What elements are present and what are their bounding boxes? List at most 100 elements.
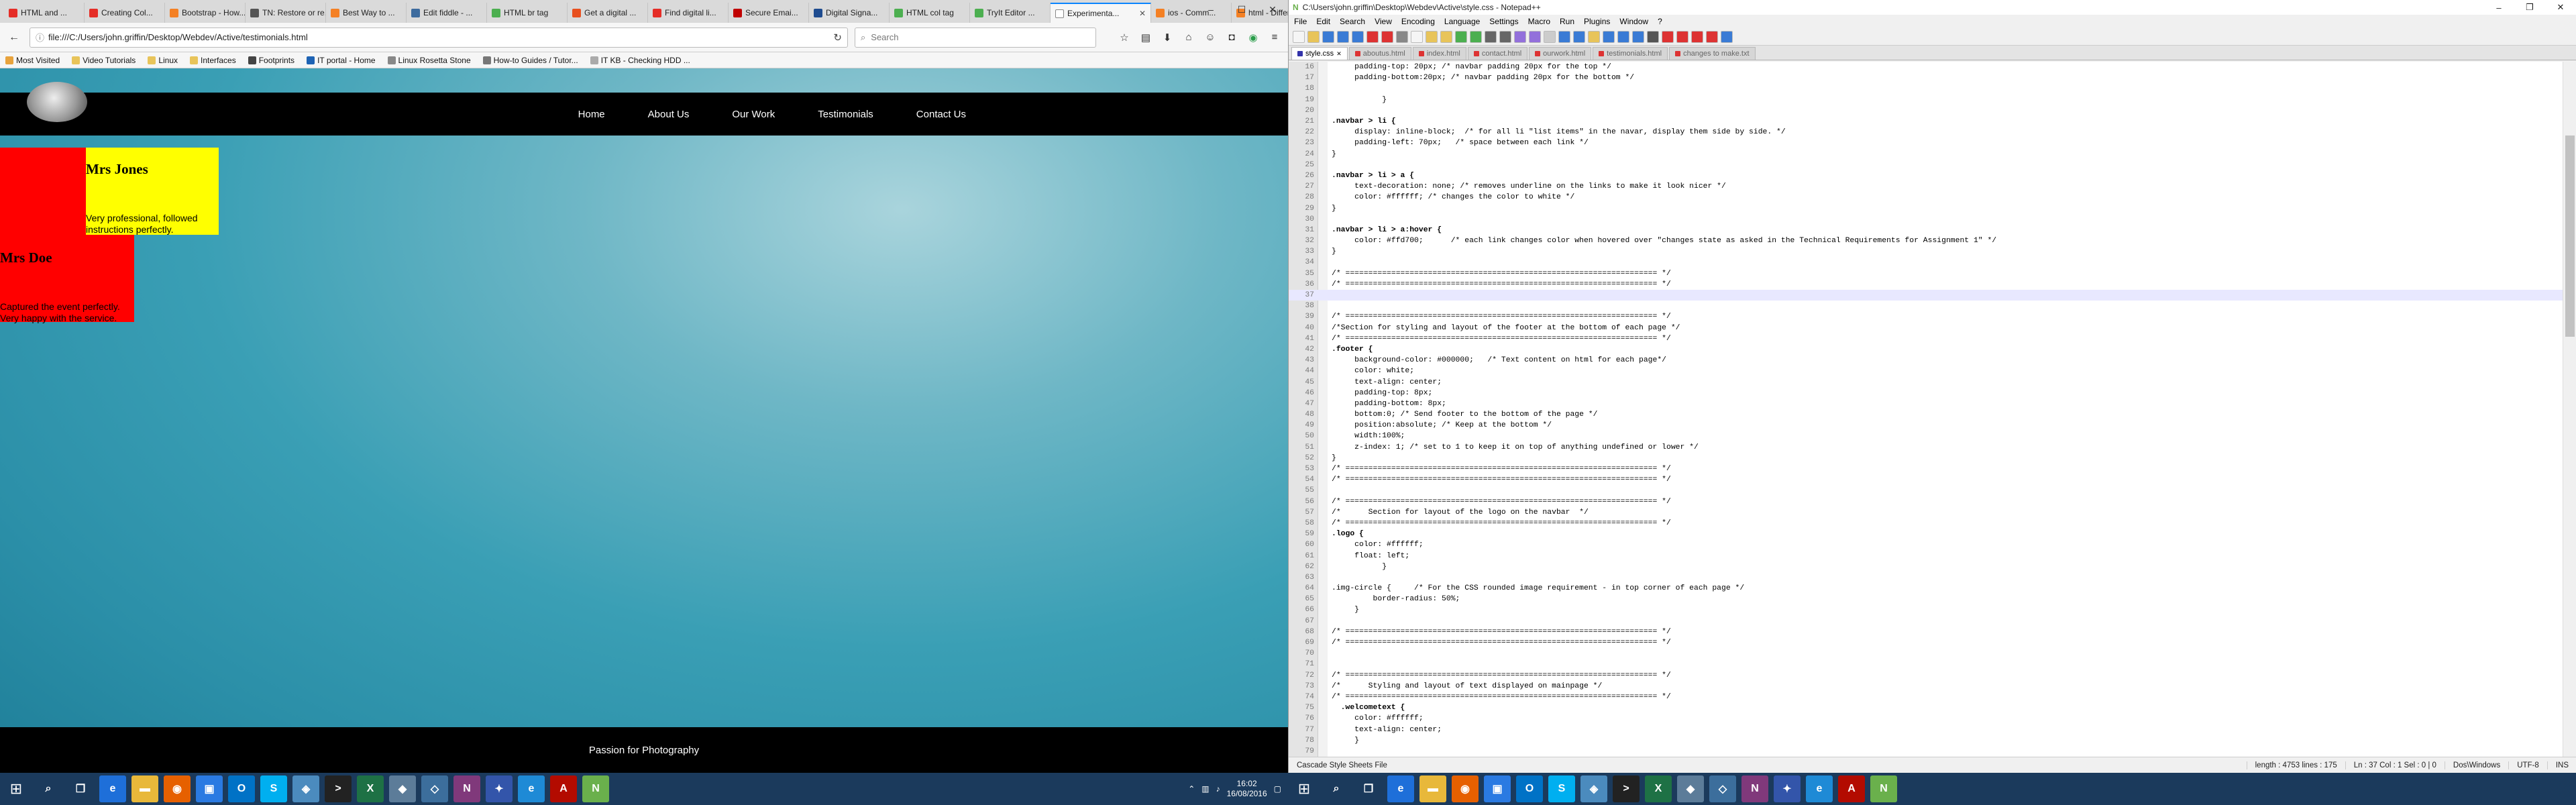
app-icon[interactable]: ◈ <box>292 775 319 802</box>
back-icon[interactable]: ← <box>5 29 23 46</box>
menu-icon[interactable]: ≡ <box>1267 30 1283 46</box>
close-icon[interactable]: ✕ <box>1257 0 1288 19</box>
app2-icon[interactable]: ◆ <box>389 775 416 802</box>
outlook-icon[interactable]: O <box>228 775 255 802</box>
browser-tab[interactable]: Best Way to ... <box>326 3 407 23</box>
browser-tab[interactable]: TryIt Editor ... <box>970 3 1051 23</box>
toolbar-button-icon[interactable] <box>1617 30 1629 43</box>
task-view-icon[interactable]: ❐ <box>67 775 94 802</box>
close-tab-icon[interactable]: ✕ <box>1139 9 1146 18</box>
skype-icon[interactable]: S <box>260 775 287 802</box>
toolbar-button-icon[interactable] <box>1573 30 1585 43</box>
bookmark-item[interactable]: Interfaces <box>190 56 236 65</box>
bookmark-item[interactable]: Footprints <box>248 56 294 65</box>
browser-tab[interactable]: Bootstrap - How... <box>165 3 246 23</box>
browser-tab[interactable]: Experimenta... ✕ <box>1051 3 1151 23</box>
site-nav-link-our-work[interactable]: Our Work <box>732 109 775 120</box>
document-tab[interactable]: changes to make.txt <box>1669 47 1756 60</box>
excel-icon[interactable]: X <box>357 775 384 802</box>
bookmark-item[interactable]: Linux <box>148 56 178 65</box>
file-explorer-icon[interactable]: ▬ <box>131 775 158 802</box>
toolbar-button-icon[interactable] <box>1662 30 1674 43</box>
file-explorer-icon[interactable]: ▬ <box>1419 775 1446 802</box>
url-bar[interactable]: ⓘ file:///C:/Users/john.griffin/Desktop/… <box>30 27 848 48</box>
search-input[interactable]: ⌕ Search <box>855 27 1096 48</box>
page-info-icon[interactable]: ⓘ <box>36 31 44 44</box>
terminal-icon[interactable]: > <box>325 775 352 802</box>
outlook-icon[interactable]: O <box>1516 775 1543 802</box>
menu-item-window[interactable]: Window <box>1619 17 1648 26</box>
addon-icon[interactable]: ◉ <box>1245 30 1261 46</box>
clock[interactable]: 16:02 16/08/2016 <box>1227 779 1267 799</box>
toolbar-button-icon[interactable] <box>1603 30 1615 43</box>
menu-item-search[interactable]: Search <box>1340 17 1365 26</box>
toolbar-button-icon[interactable] <box>1337 30 1349 43</box>
app3-icon[interactable]: ◇ <box>421 775 448 802</box>
scrollbar-thumb[interactable] <box>2565 136 2575 337</box>
firefox-icon[interactable]: ◉ <box>1452 775 1479 802</box>
start-button[interactable]: ⊞ <box>1288 773 1320 805</box>
toolbar-button-icon[interactable] <box>1647 30 1659 43</box>
toolbar-button-icon[interactable] <box>1691 30 1703 43</box>
restore-icon[interactable]: ❐ <box>2514 0 2545 15</box>
menu-item-settings[interactable]: Settings <box>1489 17 1518 26</box>
bookmark-item[interactable]: IT KB - Checking HDD ... <box>590 56 690 65</box>
browser-tab[interactable]: Get a digital ... <box>568 3 648 23</box>
toolbar-button-icon[interactable] <box>1322 30 1334 43</box>
bookmark-item[interactable]: IT portal - Home <box>307 56 376 65</box>
minimize-icon[interactable]: – <box>1195 0 1226 19</box>
menu-item-language[interactable]: Language <box>1444 17 1480 26</box>
store-icon[interactable]: ▣ <box>196 775 223 802</box>
ie-icon[interactable]: e <box>518 775 545 802</box>
ie-icon[interactable]: e <box>1806 775 1833 802</box>
bookmark-item[interactable]: How-to Guides / Tutor... <box>482 56 578 65</box>
toolbar-button-icon[interactable] <box>1721 30 1733 43</box>
app-icon[interactable]: ◈ <box>1580 775 1607 802</box>
bookmark-item[interactable]: Video Tutorials <box>72 56 136 65</box>
tray-up-icon[interactable]: ⌃ <box>1188 784 1195 794</box>
excel-icon[interactable]: X <box>1645 775 1672 802</box>
network-icon[interactable]: ▥ <box>1201 784 1209 794</box>
browser-tab[interactable]: Edit fiddle - ... <box>407 3 487 23</box>
pocket-icon[interactable]: ◘ <box>1224 30 1240 46</box>
menu-item-file[interactable]: File <box>1294 17 1307 26</box>
bookmark-item[interactable]: Most Visited <box>5 56 60 65</box>
skype-icon[interactable]: S <box>1548 775 1575 802</box>
toolbar-button-icon[interactable] <box>1529 30 1541 43</box>
menu-item-edit[interactable]: Edit <box>1316 17 1330 26</box>
search-icon[interactable]: ⌕ <box>35 775 62 802</box>
acrobat-icon[interactable]: A <box>550 775 577 802</box>
browser-tab[interactable]: Digital Signa... <box>809 3 890 23</box>
document-tab[interactable]: style.css ✕ <box>1291 47 1348 60</box>
firefox-icon[interactable]: ◉ <box>164 775 191 802</box>
document-tab[interactable]: contact.html <box>1467 47 1528 60</box>
browser-tab[interactable]: HTML col tag <box>890 3 970 23</box>
app3-icon[interactable]: ◇ <box>1709 775 1736 802</box>
document-tab[interactable]: aboutus.html <box>1348 47 1411 60</box>
bookmark-item[interactable]: Linux Rosetta Stone <box>387 56 471 65</box>
volume-icon[interactable]: ♪ <box>1216 784 1220 794</box>
site-nav-link-home[interactable]: Home <box>578 109 605 120</box>
browser-tab[interactable]: TN: Restore or re... <box>246 3 326 23</box>
menu-item-help[interactable]: ? <box>1658 17 1662 26</box>
menu-item-plugins[interactable]: Plugins <box>1584 17 1610 26</box>
toolbar-button-icon[interactable] <box>1706 30 1718 43</box>
browser-tab[interactable]: HTML and ... <box>4 3 85 23</box>
toolbar-button-icon[interactable] <box>1588 30 1600 43</box>
toolbar-button-icon[interactable] <box>1411 30 1423 43</box>
close-tab-icon[interactable]: ✕ <box>1336 50 1342 58</box>
toolbar-button-icon[interactable] <box>1440 30 1452 43</box>
toolbar-button-icon[interactable] <box>1352 30 1364 43</box>
browser-tab[interactable]: HTML br tag <box>487 3 568 23</box>
acrobat-icon[interactable]: A <box>1838 775 1865 802</box>
toolbar-button-icon[interactable] <box>1544 30 1556 43</box>
app4-icon[interactable]: ✦ <box>1774 775 1801 802</box>
document-tab[interactable]: testimonials.html <box>1593 47 1668 60</box>
menu-item-run[interactable]: Run <box>1560 17 1574 26</box>
home-icon[interactable]: ⌂ <box>1181 30 1197 46</box>
menu-item-macro[interactable]: Macro <box>1528 17 1550 26</box>
onenote-icon[interactable]: N <box>1741 775 1768 802</box>
download-icon[interactable]: ⬇ <box>1159 30 1175 46</box>
notepadpp-icon[interactable]: N <box>1870 775 1897 802</box>
edge-icon[interactable]: e <box>99 775 126 802</box>
